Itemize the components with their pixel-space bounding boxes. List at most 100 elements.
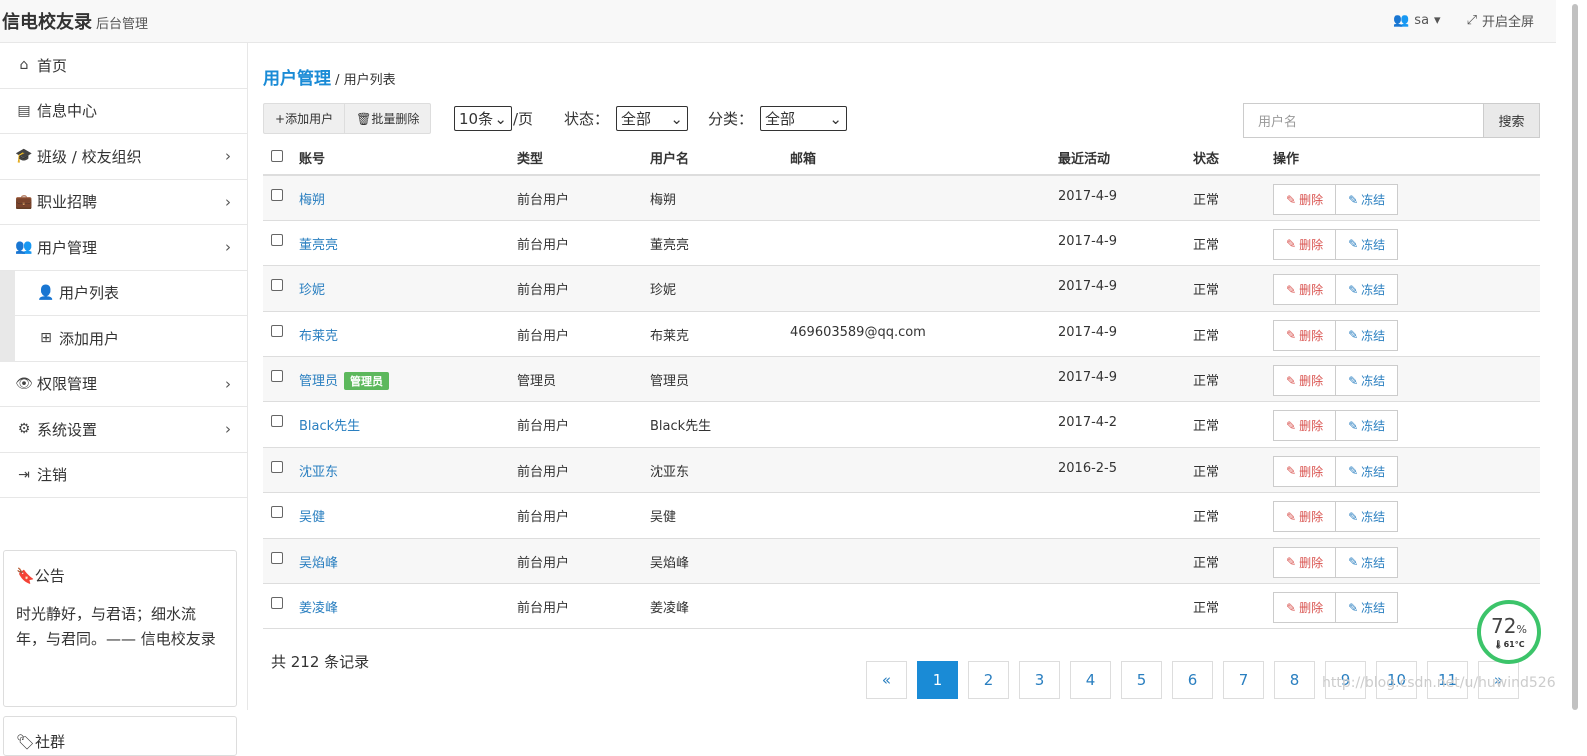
account-cell: 管理员 管理员 xyxy=(299,356,517,403)
freeze-button[interactable]: ✎ 冻结 xyxy=(1336,365,1399,397)
freeze-label: 冻结 xyxy=(1361,464,1386,479)
search-input[interactable]: 用户名 xyxy=(1243,103,1483,138)
sidebar-item[interactable]: 👤 用户列表 xyxy=(15,270,247,316)
status-cell: 正常 xyxy=(1193,538,1273,585)
page-button[interactable]: 2 xyxy=(968,661,1009,699)
sidebar-item[interactable]: 👥 用户管理 › xyxy=(0,225,247,271)
row-checkbox[interactable] xyxy=(271,460,283,473)
sidebar-item[interactable]: 👁 权限管理 › xyxy=(0,362,247,407)
email-cell xyxy=(790,401,1058,448)
account-link[interactable]: 吴健 xyxy=(299,510,325,525)
type-cell: 前台用户 xyxy=(517,220,650,267)
page-size-select[interactable]: 10条 ⌄ xyxy=(454,106,512,131)
freeze-button[interactable]: ✎ 冻结 xyxy=(1336,319,1399,351)
row-checkbox[interactable] xyxy=(271,324,283,337)
chevron-right-icon: › xyxy=(225,420,231,439)
search-button[interactable]: 搜索 xyxy=(1483,103,1540,138)
row-select-cell xyxy=(263,265,299,312)
freeze-button[interactable]: ✎ 冻结 xyxy=(1336,501,1399,533)
actions-cell: ✎ 删除 ✎ 冻结 xyxy=(1273,265,1540,312)
select-all-checkbox[interactable] xyxy=(271,149,283,162)
row-checkbox[interactable] xyxy=(271,233,283,246)
row-checkbox[interactable] xyxy=(271,415,283,428)
table-header-cell: 状态 xyxy=(1193,141,1273,176)
row-checkbox[interactable] xyxy=(271,597,283,610)
category-select[interactable]: 全部 ⌄ xyxy=(760,106,847,131)
freeze-button[interactable]: ✎ 冻结 xyxy=(1336,546,1399,578)
delete-button[interactable]: ✎ 删除 xyxy=(1273,592,1337,624)
breadcrumb-section[interactable]: 用户管理 xyxy=(263,69,331,89)
sidebar-item[interactable]: 🎓 班级 / 校友组织 › xyxy=(0,134,247,180)
sidebar-item[interactable]: ⚙ 系统设置 › xyxy=(0,407,247,453)
delete-button[interactable]: ✎ 删除 xyxy=(1273,546,1337,578)
page-button[interactable]: 8 xyxy=(1274,661,1315,699)
sidebar-item-label: 班级 / 校友组织 xyxy=(37,147,142,166)
row-checkbox[interactable] xyxy=(271,189,283,201)
account-link[interactable]: 沈亚东 xyxy=(299,465,338,480)
sidebar-item[interactable]: ▤ 信息中心 xyxy=(0,89,247,134)
delete-label: 删除 xyxy=(1299,601,1324,616)
prev-page-button[interactable]: « xyxy=(866,661,907,699)
page-button[interactable]: 5 xyxy=(1121,661,1162,699)
row-select-cell xyxy=(263,401,299,448)
sidebar-item-label: 信息中心 xyxy=(37,102,98,121)
edit-icon: ✎ xyxy=(1348,418,1359,433)
page-button[interactable]: 1 xyxy=(917,661,958,699)
freeze-button[interactable]: ✎ 冻结 xyxy=(1336,274,1399,306)
system-monitor-widget[interactable]: 72% 🌡61°C xyxy=(1477,600,1541,664)
delete-button[interactable]: ✎ 删除 xyxy=(1273,184,1337,215)
chevron-right-icon: › xyxy=(225,147,231,166)
freeze-button[interactable]: ✎ 冻结 xyxy=(1336,228,1399,260)
account-link[interactable]: 吴焰峰 xyxy=(299,556,338,571)
sidebar-item[interactable]: ⇥ 注销 xyxy=(0,453,247,498)
user-menu[interactable]: 👥 sa ▾ xyxy=(1393,13,1440,28)
account-link[interactable]: 姜凌峰 xyxy=(299,601,338,616)
table-header-row: 账号 类型 用户名 邮箱 最近活动 状态 操作 xyxy=(263,141,1540,176)
status-select[interactable]: 全部 ⌄ xyxy=(616,106,688,131)
admin-badge: 管理员 xyxy=(344,372,390,391)
page-button[interactable]: 7 xyxy=(1223,661,1264,699)
delete-button[interactable]: ✎ 删除 xyxy=(1273,501,1337,533)
batch-delete-button[interactable]: 🗑 批量删除 xyxy=(344,104,430,133)
delete-button[interactable]: ✎ 删除 xyxy=(1273,455,1337,487)
row-checkbox[interactable] xyxy=(271,370,283,383)
username-cell: Black先生 xyxy=(650,401,790,448)
sidebar: ⌂ 首页 ▤ 信息中心 🎓 班级 / 校友组织 › 💼 职业招聘 › 👥 用户管理 › 👤 用户列表 ⊞ 添加… xyxy=(0,43,248,756)
account-link[interactable]: Black先生 xyxy=(299,419,360,434)
account-link[interactable]: 梅朔 xyxy=(299,193,325,208)
page-button[interactable]: 6 xyxy=(1172,661,1213,699)
fullscreen-button[interactable]: ⤢ 开启全屏 xyxy=(1467,11,1534,30)
delete-button[interactable]: ✎ 删除 xyxy=(1273,274,1337,306)
account-link[interactable]: 布莱克 xyxy=(299,329,338,344)
page-button[interactable]: 4 xyxy=(1070,661,1111,699)
delete-button[interactable]: ✎ 删除 xyxy=(1273,319,1337,351)
delete-button[interactable]: ✎ 删除 xyxy=(1273,228,1337,260)
freeze-button[interactable]: ✎ 冻结 xyxy=(1336,184,1399,215)
row-select-cell xyxy=(263,356,299,403)
page-button[interactable]: 3 xyxy=(1019,661,1060,699)
row-checkbox[interactable] xyxy=(271,506,283,519)
freeze-button[interactable]: ✎ 冻结 xyxy=(1336,455,1399,487)
scrollbar-thumb[interactable] xyxy=(1572,4,1578,710)
sidebar-item[interactable]: ⊞ 添加用户 xyxy=(15,316,247,362)
delete-button[interactable]: ✎ 删除 xyxy=(1273,410,1337,442)
tag-icon: 🏷 xyxy=(16,733,36,751)
freeze-button[interactable]: ✎ 冻结 xyxy=(1336,410,1399,442)
sidebar-item[interactable]: ⌂ 首页 xyxy=(0,43,247,89)
row-checkbox[interactable] xyxy=(271,279,283,292)
page-scrollbar[interactable] xyxy=(1556,0,1587,710)
delete-button[interactable]: ✎ 删除 xyxy=(1273,365,1337,397)
sidebar-submenu: 👤 用户列表 ⊞ 添加用户 xyxy=(0,270,247,362)
row-checkbox[interactable] xyxy=(271,551,283,564)
account-link[interactable]: 管理员 xyxy=(299,374,338,389)
freeze-button[interactable]: ✎ 冻结 xyxy=(1336,592,1399,624)
account-link[interactable]: 珍妮 xyxy=(299,283,325,298)
actions-cell: ✎ 删除 ✎ 冻结 xyxy=(1273,401,1540,448)
account-link[interactable]: 董亮亮 xyxy=(299,238,338,253)
add-user-button[interactable]: + 添加用户 xyxy=(264,104,344,133)
table-row: 姜凌峰 前台用户 姜凌峰 正常 ✎ 删除 ✎ 冻结 xyxy=(263,583,1540,630)
brand[interactable]: 信电校友录 后台管理 xyxy=(2,8,148,34)
chevron-right-icon: › xyxy=(225,238,231,257)
sidebar-item[interactable]: 💼 职业招聘 › xyxy=(0,180,247,225)
caret-down-icon: ▾ xyxy=(1434,13,1441,28)
